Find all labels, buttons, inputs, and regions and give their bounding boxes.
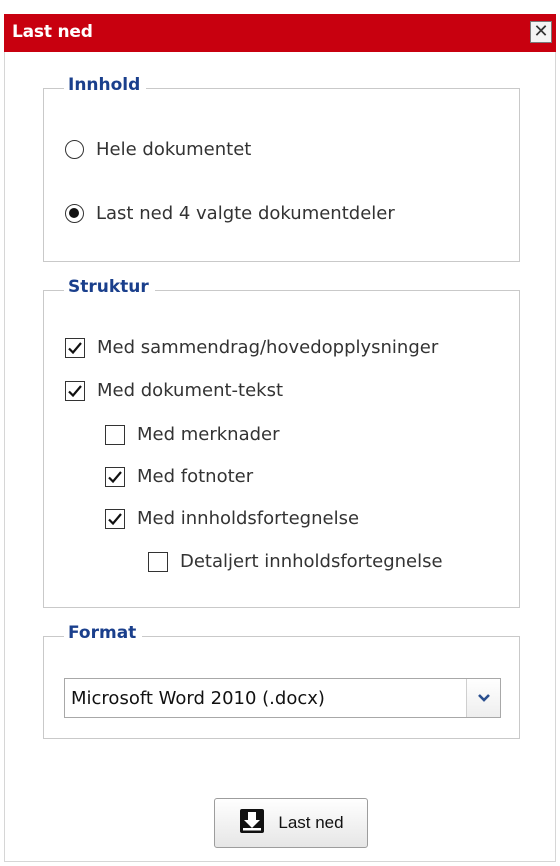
- format-select-value: Microsoft Word 2010 (.docx): [71, 687, 325, 709]
- close-button[interactable]: ✕: [530, 21, 552, 43]
- dialog-title: Last ned: [12, 22, 93, 42]
- format-legend: Format: [64, 623, 143, 643]
- download-tray-icon: [238, 807, 266, 839]
- structure-legend: Struktur: [64, 277, 155, 297]
- checkbox-footnotes[interactable]: Med fotnoter: [105, 466, 253, 487]
- checkmark-icon: [68, 384, 82, 397]
- radio-label: Last ned 4 valgte dokumentdeler: [96, 203, 395, 224]
- checkbox-label: Detaljert innholdsfortegnelse: [180, 551, 443, 572]
- structure-fieldset: Struktur Med sammendrag/hovedopplysninge…: [43, 277, 520, 608]
- radio-whole-document[interactable]: Hele dokumentet: [65, 139, 251, 160]
- download-button[interactable]: Last ned: [214, 798, 368, 848]
- radio-button[interactable]: [65, 204, 84, 223]
- content-legend: Innhold: [64, 75, 147, 95]
- checkmark-icon: [108, 512, 122, 525]
- checkbox-label: Med fotnoter: [137, 466, 254, 487]
- radio-button[interactable]: [65, 140, 84, 159]
- checkbox[interactable]: [65, 337, 85, 358]
- checkbox-label: Med sammendrag/hovedopplysninger: [97, 337, 439, 358]
- format-select[interactable]: Microsoft Word 2010 (.docx): [64, 678, 501, 718]
- select-arrow-button[interactable]: [466, 679, 500, 717]
- checkbox[interactable]: [148, 551, 168, 572]
- checkbox[interactable]: [105, 424, 125, 445]
- checkbox[interactable]: [105, 466, 125, 487]
- download-button-label: Last ned: [278, 813, 344, 832]
- checkmark-icon: [68, 341, 82, 354]
- checkbox-summary[interactable]: Med sammendrag/hovedopplysninger: [65, 337, 438, 358]
- content-fieldset: Innhold Hele dokumentet Last ned 4 valgt…: [43, 75, 520, 262]
- checkbox[interactable]: [65, 380, 85, 401]
- download-dialog: Last ned ✕ Innhold Hele dokumentet Last …: [4, 14, 556, 862]
- checkbox-remarks[interactable]: Med merknader: [105, 424, 280, 445]
- chevron-down-icon: [477, 694, 490, 702]
- format-fieldset: Format Microsoft Word 2010 (.docx): [43, 623, 520, 739]
- checkbox-label: Med merknader: [137, 424, 280, 445]
- title-bar: Last ned ✕: [4, 14, 556, 52]
- checkbox-label: Med dokument-tekst: [97, 380, 284, 401]
- checkbox-table-of-contents[interactable]: Med innholdsfortegnelse: [105, 508, 359, 529]
- checkbox-document-text[interactable]: Med dokument-tekst: [65, 380, 283, 401]
- close-icon: ✕: [533, 21, 549, 42]
- checkbox[interactable]: [105, 508, 125, 529]
- radio-label: Hele dokumentet: [96, 139, 252, 160]
- checkbox-detailed-toc[interactable]: Detaljert innholdsfortegnelse: [148, 551, 443, 572]
- radio-selected-parts[interactable]: Last ned 4 valgte dokumentdeler: [65, 203, 395, 224]
- checkmark-icon: [108, 470, 122, 483]
- checkbox-label: Med innholdsfortegnelse: [137, 508, 360, 529]
